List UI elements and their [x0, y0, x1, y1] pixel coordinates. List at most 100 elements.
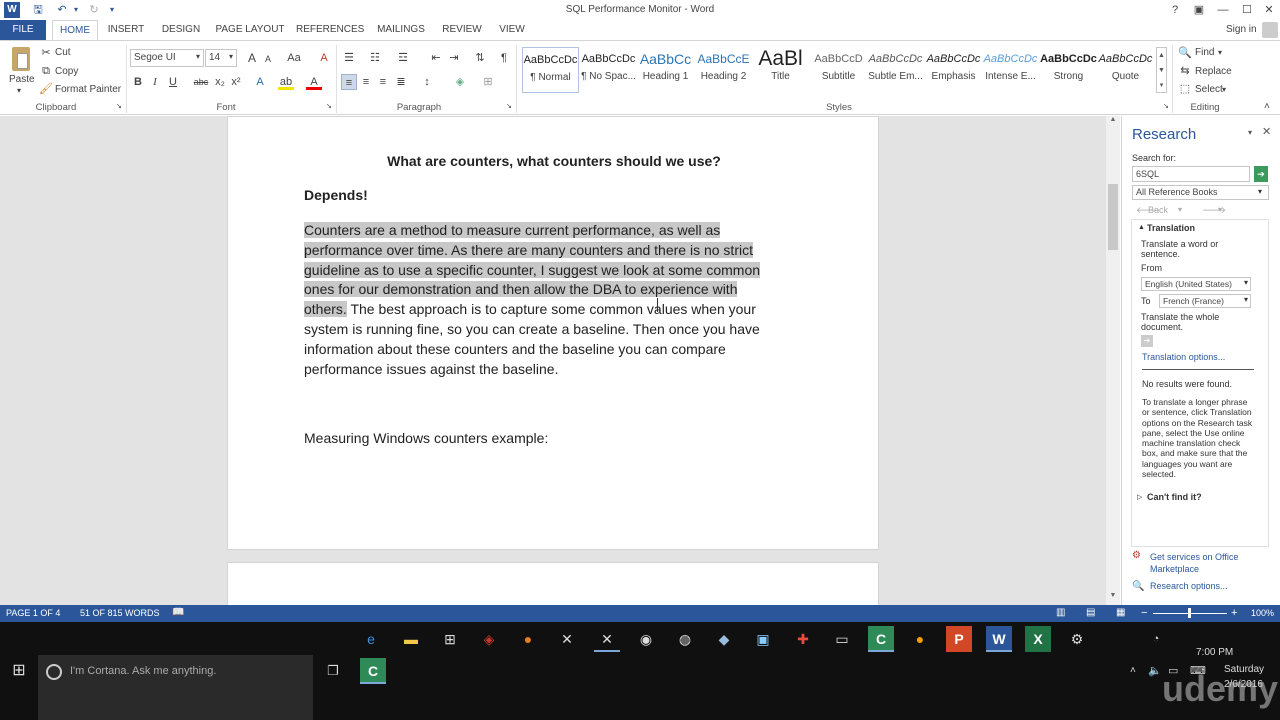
style-emphasis[interactable]: AaBbCcDc Emphasis	[925, 47, 982, 93]
select-dropdown-icon[interactable]: ▾	[1222, 85, 1226, 94]
pane-close-icon[interactable]: ✕	[1262, 125, 1271, 138]
back-dropdown-icon[interactable]: ▾	[1178, 205, 1182, 214]
read-mode-icon[interactable]: ▥	[1056, 607, 1065, 618]
zoom-out-icon[interactable]: −	[1141, 607, 1147, 619]
reference-books-dropdown-icon[interactable]: ▾	[1258, 187, 1262, 196]
increase-indent-icon[interactable]: ⇥	[446, 50, 462, 66]
to-dropdown-icon[interactable]: ▾	[1244, 295, 1248, 304]
strikethrough-icon[interactable]: abc	[191, 74, 211, 90]
align-left-icon[interactable]: ≡	[341, 74, 357, 90]
translation-heading[interactable]: Translation	[1147, 223, 1195, 233]
align-right-icon[interactable]: ≡	[375, 74, 391, 90]
pane-options-icon[interactable]: ▾	[1248, 128, 1252, 137]
file-explorer-icon[interactable]: ▬	[398, 626, 424, 652]
replace-button[interactable]: Replace	[1195, 66, 1232, 77]
maximize-button[interactable]: ☐	[1236, 2, 1258, 18]
app-icon[interactable]: ◆	[711, 626, 737, 652]
copy-button[interactable]: Copy	[55, 66, 78, 77]
multilevel-list-icon[interactable]: ☲	[395, 50, 411, 66]
cortana-icon[interactable]	[46, 664, 62, 680]
font-name-box[interactable]: Segoe UI	[130, 49, 204, 67]
select-icon[interactable]: ⬚	[1177, 81, 1193, 97]
forward-dropdown-icon[interactable]: ▾	[1218, 205, 1222, 214]
app-icon[interactable]: ✚	[790, 626, 816, 652]
task-view-icon[interactable]: ❐	[320, 658, 346, 684]
paragraph-launcher-icon[interactable]: ↘	[506, 102, 512, 110]
cortana-placeholder[interactable]: I'm Cortana. Ask me anything.	[70, 665, 216, 677]
tab-mailings[interactable]: MAILINGS	[374, 20, 428, 40]
firefox-icon[interactable]: ●	[515, 626, 541, 652]
edge-icon[interactable]: e	[358, 626, 384, 652]
close-button[interactable]: ✕	[1258, 2, 1280, 18]
style-subtle-emphasis[interactable]: AaBbCcDc Subtle Em...	[867, 47, 924, 93]
style-subtitle[interactable]: AaBbCcD Subtitle	[810, 47, 867, 93]
office-marketplace-link[interactable]: Get services on Office Marketplace	[1150, 551, 1260, 575]
app-icon[interactable]: ◉	[633, 626, 659, 652]
change-case-icon[interactable]: Aa	[283, 50, 305, 66]
justify-icon[interactable]: ≣	[393, 74, 409, 90]
clear-formatting-icon[interactable]: A	[316, 50, 332, 66]
zoom-slider-thumb[interactable]	[1188, 608, 1191, 618]
italic-icon[interactable]: I	[147, 74, 163, 90]
style-normal[interactable]: AaBbCcDc ¶ Normal	[522, 47, 579, 93]
powerpoint-icon[interactable]: P	[946, 626, 972, 652]
tab-insert[interactable]: INSERT	[104, 20, 148, 40]
style-quote[interactable]: AaBbCcDc Quote	[1097, 47, 1154, 93]
styles-more-icon[interactable]: ▾	[1157, 78, 1166, 93]
find-dropdown-icon[interactable]: ▾	[1218, 48, 1222, 57]
font-name-dropdown-icon[interactable]: ▾	[196, 52, 200, 61]
app-icon[interactable]: ▣	[750, 626, 776, 652]
numbering-icon[interactable]: ☷	[367, 50, 383, 66]
word-taskbar-icon[interactable]: W	[986, 626, 1012, 652]
copy-icon[interactable]: ⧉	[38, 63, 54, 79]
settings-icon[interactable]: ⚙	[1064, 626, 1090, 652]
translate-document-icon[interactable]: ➔	[1141, 335, 1153, 347]
zoom-in-icon[interactable]: +	[1231, 607, 1237, 619]
from-language-select[interactable]: English (United States)	[1141, 277, 1251, 291]
tools-icon[interactable]: ✕	[554, 626, 580, 652]
shrink-font-icon[interactable]: A	[260, 51, 276, 67]
highlight-color-icon[interactable]: ab	[278, 74, 294, 90]
tab-design[interactable]: DESIGN	[158, 20, 204, 40]
format-painter-button[interactable]: Format Painter	[55, 84, 121, 95]
show-formatting-marks-icon[interactable]: ¶	[496, 50, 512, 66]
align-center-icon[interactable]: ≡	[358, 74, 374, 90]
zoom-level[interactable]: 100%	[1251, 608, 1274, 618]
paste-icon[interactable]	[8, 45, 34, 75]
scroll-up-icon[interactable]: ▲	[1106, 116, 1120, 128]
font-launcher-icon[interactable]: ↘	[326, 102, 332, 110]
tab-review[interactable]: REVIEW	[440, 20, 484, 40]
cut-icon[interactable]: ✂	[38, 45, 54, 61]
shading-icon[interactable]: ◈	[452, 74, 468, 90]
expand-cant-find-icon[interactable]: ▷	[1137, 493, 1142, 501]
vertical-scrollbar[interactable]: ▲ ▼	[1106, 116, 1120, 605]
translation-options-link[interactable]: Translation options...	[1142, 352, 1225, 362]
excel-icon[interactable]: X	[1025, 626, 1051, 652]
replace-icon[interactable]: ⇆	[1177, 63, 1193, 79]
grow-font-icon[interactable]: A	[244, 50, 260, 66]
cant-find-link[interactable]: Can't find it?	[1147, 492, 1202, 502]
font-size-dropdown-icon[interactable]: ▾	[229, 52, 233, 61]
subscript-icon[interactable]: x₂	[212, 74, 228, 90]
style-intense-emphasis[interactable]: AaBbCcDc Intense E...	[982, 47, 1039, 93]
network-icon[interactable]: ◔	[1143, 626, 1169, 652]
tab-file[interactable]: FILE	[0, 20, 46, 40]
paste-button[interactable]: Paste	[9, 74, 35, 85]
scrollbar-thumb[interactable]	[1108, 184, 1118, 250]
tab-home[interactable]: HOME	[52, 20, 98, 40]
bold-icon[interactable]: B	[130, 74, 146, 90]
style-heading-2[interactable]: AaBbCcE Heading 2	[695, 47, 752, 93]
web-layout-icon[interactable]: ▦	[1116, 607, 1125, 618]
text-effects-icon[interactable]: A	[252, 74, 268, 90]
cut-button[interactable]: Cut	[55, 47, 71, 58]
styles-up-icon[interactable]: ▲	[1157, 48, 1166, 63]
select-button[interactable]: Select	[1195, 84, 1223, 95]
print-layout-icon[interactable]: ▤	[1086, 607, 1095, 618]
research-options-link[interactable]: Research options...	[1150, 581, 1228, 591]
tab-references[interactable]: REFERENCES	[296, 20, 364, 40]
back-button[interactable]: Back	[1148, 205, 1168, 215]
app-icon[interactable]: ●	[907, 626, 933, 652]
decrease-indent-icon[interactable]: ⇤	[428, 50, 444, 66]
word-count[interactable]: 51 OF 815 WORDS	[80, 608, 160, 618]
page-count[interactable]: PAGE 1 OF 4	[6, 608, 60, 618]
